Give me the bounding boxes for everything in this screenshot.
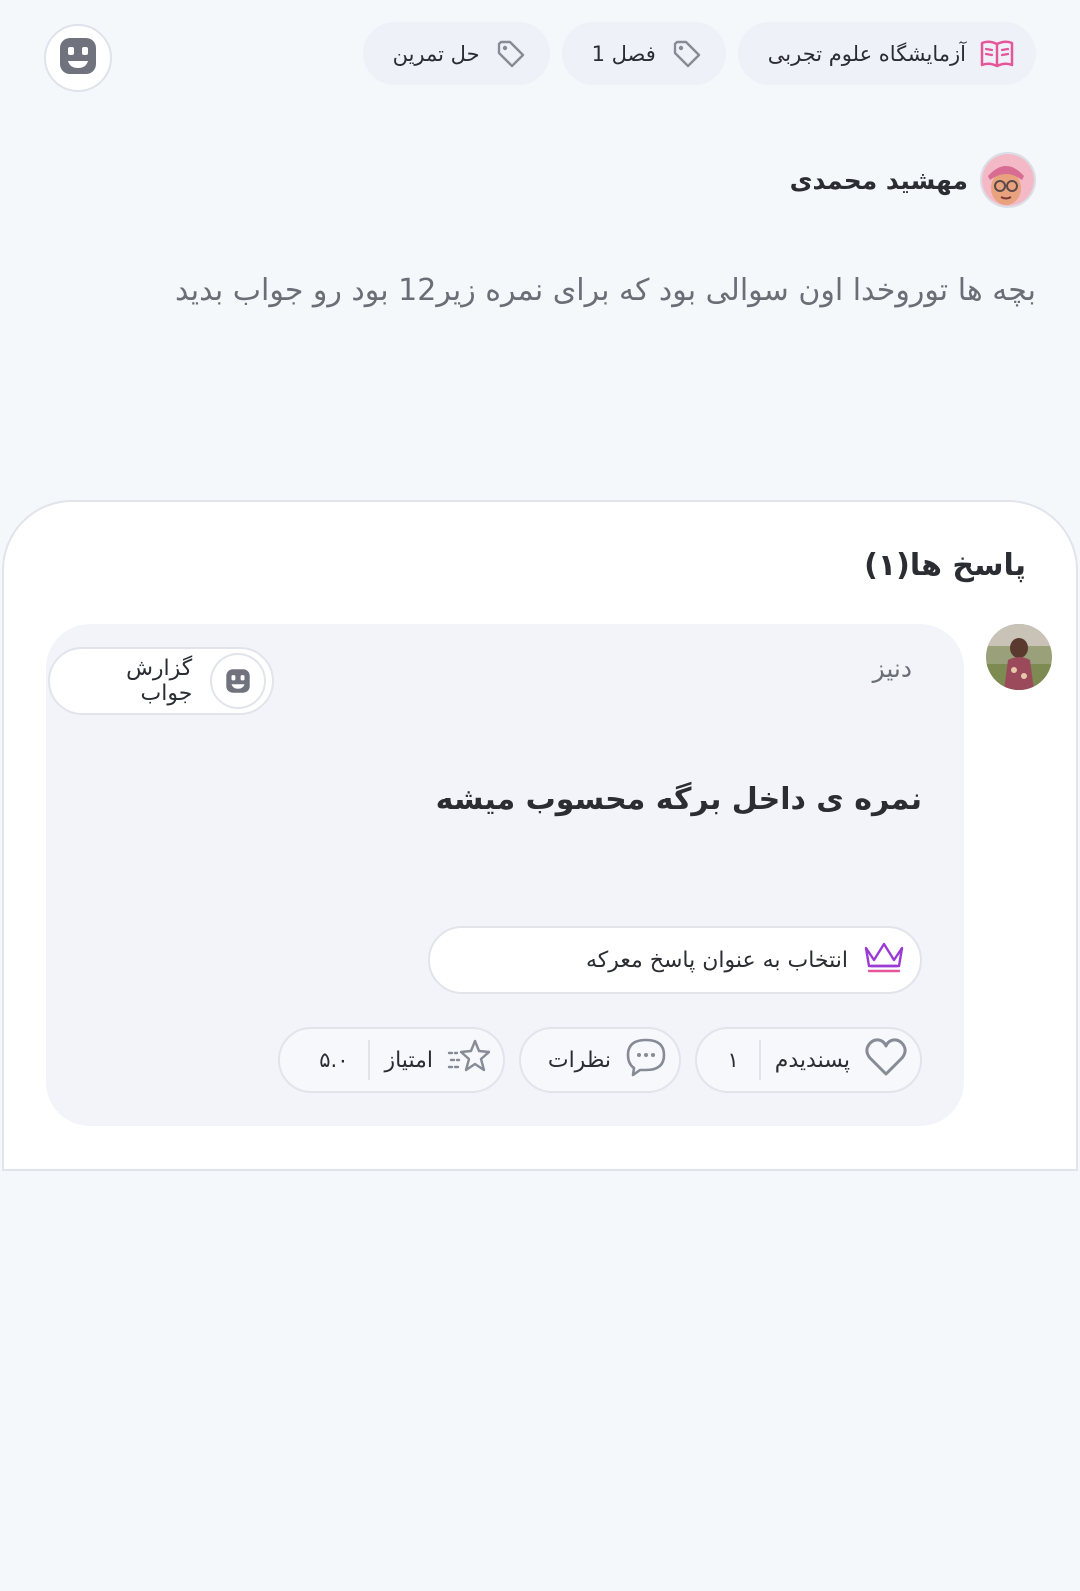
score-label: امتیاز (384, 1047, 433, 1073)
score-button[interactable]: امتیاز ۵.۰ (278, 1027, 505, 1093)
answer-username[interactable]: دنیز (873, 654, 912, 683)
chat-bubble-icon (625, 1037, 667, 1083)
score-value: ۵.۰ (319, 1048, 349, 1072)
book-icon (980, 37, 1014, 71)
tag-label: آزمایشگاه علوم تجربی (767, 41, 966, 66)
tag-icon (494, 37, 528, 71)
tag-icon (670, 37, 704, 71)
comments-label: نظرات (547, 1047, 611, 1073)
report-bot-button[interactable] (44, 24, 112, 92)
select-best-answer-button[interactable]: انتخاب به عنوان پاسخ معرکه (428, 926, 922, 994)
tag-label: حل تمرین (392, 41, 480, 66)
report-answer-label: گزارش جواب (126, 656, 193, 706)
divider (368, 1040, 371, 1080)
tag-label: فصل 1 (591, 41, 656, 66)
heart-icon (864, 1037, 908, 1083)
answer-actions: پسندیدم ۱ نظرات امتیاز ۵.۰ (278, 1027, 922, 1093)
bot-face-icon (210, 653, 266, 709)
crown-icon (862, 938, 906, 982)
tag-chip-lab[interactable]: آزمایشگاه علوم تجربی (737, 22, 1036, 85)
author-name[interactable]: مهشید محمدی (790, 166, 968, 195)
tag-chip-chapter[interactable]: فصل 1 (561, 22, 726, 85)
tags-row: آزمایشگاه علوم تجربی فصل 1 حل تمرین (362, 22, 1036, 85)
divider (758, 1040, 761, 1080)
comments-button[interactable]: نظرات (519, 1027, 681, 1093)
like-count: ۱ (727, 1048, 739, 1072)
tag-chip-exercise[interactable]: حل تمرین (362, 22, 550, 85)
bot-face-icon (58, 36, 98, 80)
report-answer-button[interactable]: گزارش جواب (48, 647, 274, 715)
like-button[interactable]: پسندیدم ۱ (695, 1027, 922, 1093)
post-author[interactable]: مهشید محمدی (790, 152, 1036, 208)
avatar[interactable] (986, 624, 1052, 690)
select-best-answer-label: انتخاب به عنوان پاسخ معرکه (585, 947, 848, 973)
avatar[interactable] (980, 152, 1036, 208)
question-text: بچه ها توروخدا اون سوالی بود که برای نمر… (175, 273, 1036, 308)
answer-text: نمره ی داخل برگه محسوب میشه (435, 782, 922, 817)
star-rate-icon (447, 1037, 491, 1083)
like-label: پسندیدم (774, 1047, 850, 1073)
answers-title: پاسخ ها(۱) (864, 548, 1026, 583)
